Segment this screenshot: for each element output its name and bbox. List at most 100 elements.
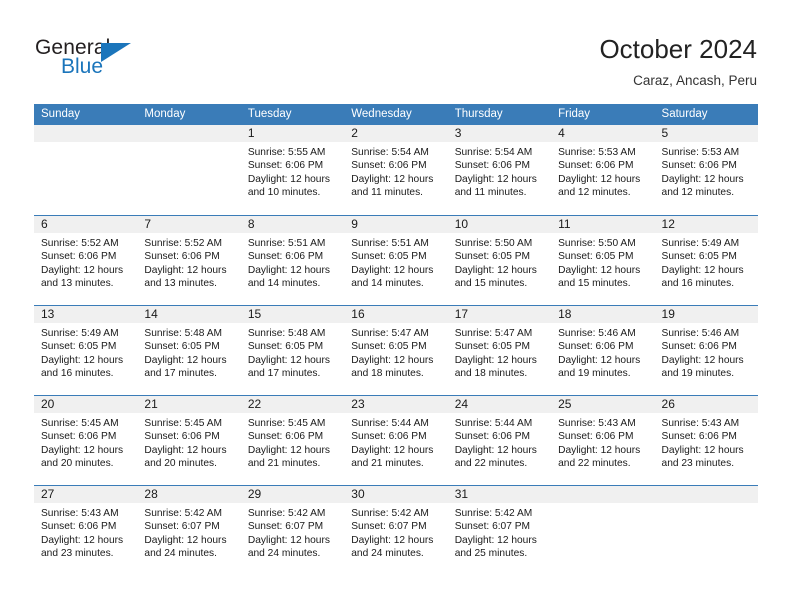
- day-cell-16[interactable]: Sunrise: 5:47 AM Sunset: 6:05 PM Daylight:…: [344, 323, 447, 396]
- day-number-29[interactable]: 29: [241, 486, 344, 503]
- day-number-empty: [551, 486, 654, 503]
- day-cell-14[interactable]: Sunrise: 5:48 AM Sunset: 6:05 PM Daylight:…: [137, 323, 240, 396]
- day-cell-6[interactable]: Sunrise: 5:52 AM Sunset: 6:06 PM Daylight:…: [34, 233, 137, 306]
- day-detail-line: Sunrise: 5:48 AM: [144, 328, 223, 339]
- day-number-6[interactable]: 6: [34, 216, 137, 233]
- day-cell-7[interactable]: Sunrise: 5:52 AM Sunset: 6:06 PM Daylight:…: [137, 233, 240, 306]
- day-detail-line: Sunset: 6:06 PM: [661, 341, 737, 353]
- day-number-31[interactable]: 31: [448, 486, 551, 503]
- day-cell-25[interactable]: Sunrise: 5:43 AM Sunset: 6:06 PM Daylight:…: [551, 413, 654, 486]
- day-detail-line: Daylight: 12 hours: [247, 354, 330, 366]
- day-cell-31[interactable]: Sunrise: 5:42 AM Sunset: 6:07 PM Daylight:…: [448, 503, 551, 576]
- day-cell-23[interactable]: Sunrise: 5:44 AM Sunset: 6:06 PM Daylight:…: [344, 413, 447, 486]
- day-number-30[interactable]: 30: [344, 486, 447, 503]
- day-detail-line: Daylight: 12 hours: [41, 534, 124, 546]
- day-number-21[interactable]: 21: [137, 396, 240, 413]
- day-number-14[interactable]: 14: [137, 306, 240, 323]
- day-cell-22[interactable]: Sunrise: 5:45 AM Sunset: 6:06 PM Daylight:…: [241, 413, 344, 486]
- day-number-18[interactable]: 18: [551, 306, 654, 323]
- day-detail-line: Sunset: 6:06 PM: [144, 251, 220, 263]
- day-number-9[interactable]: 9: [344, 216, 447, 233]
- day-number-5[interactable]: 5: [655, 125, 758, 142]
- day-cell-26[interactable]: Sunrise: 5:43 AM Sunset: 6:06 PM Daylight:…: [655, 413, 758, 486]
- day-detail-line: and 24 minutes.: [351, 548, 424, 560]
- day-cell-21[interactable]: Sunrise: 5:45 AM Sunset: 6:06 PM Daylight:…: [137, 413, 240, 486]
- day-cell-15[interactable]: Sunrise: 5:48 AM Sunset: 6:05 PM Daylight:…: [241, 323, 344, 396]
- day-detail-line: and 23 minutes.: [661, 458, 735, 470]
- day-cell-17[interactable]: Sunrise: 5:47 AM Sunset: 6:05 PM Daylight:…: [448, 323, 551, 396]
- day-cell-24[interactable]: Sunrise: 5:44 AM Sunset: 6:06 PM Daylight:…: [448, 413, 551, 486]
- day-cell-8[interactable]: Sunrise: 5:51 AM Sunset: 6:06 PM Daylight:…: [241, 233, 344, 306]
- day-number-4[interactable]: 4: [551, 125, 654, 142]
- day-cell-29[interactable]: Sunrise: 5:42 AM Sunset: 6:07 PM Daylight:…: [241, 503, 344, 576]
- day-detail-line: Sunset: 6:06 PM: [661, 160, 737, 172]
- day-cell-27[interactable]: Sunrise: 5:43 AM Sunset: 6:06 PM Daylight:…: [34, 503, 137, 576]
- day-detail-line: Sunset: 6:06 PM: [558, 160, 634, 172]
- day-cell-20[interactable]: Sunrise: 5:45 AM Sunset: 6:06 PM Daylight:…: [34, 413, 137, 486]
- day-number-3[interactable]: 3: [448, 125, 551, 142]
- day-detail-line: and 21 minutes.: [351, 458, 424, 470]
- day-cell-2[interactable]: Sunrise: 5:54 AM Sunset: 6:06 PM Daylight:…: [344, 142, 447, 215]
- day-number-27[interactable]: 27: [34, 486, 137, 503]
- day-detail-line: Daylight: 12 hours: [558, 173, 641, 185]
- day-number-20[interactable]: 20: [34, 396, 137, 413]
- day-number-13[interactable]: 13: [34, 306, 137, 323]
- day-number-10[interactable]: 10: [448, 216, 551, 233]
- logo-triangle-icon: [101, 43, 131, 62]
- day-number-16[interactable]: 16: [344, 306, 447, 323]
- day-number-8[interactable]: 8: [241, 216, 344, 233]
- day-number-17[interactable]: 17: [448, 306, 551, 323]
- day-detail-line: Sunset: 6:06 PM: [351, 160, 427, 172]
- day-detail-line: Sunrise: 5:54 AM: [351, 147, 429, 158]
- day-cell-9[interactable]: Sunrise: 5:51 AM Sunset: 6:05 PM Daylight:…: [344, 233, 447, 306]
- day-detail-line: Sunrise: 5:52 AM: [144, 238, 223, 249]
- day-detail-line: and 13 minutes.: [41, 278, 114, 290]
- day-detail-line: Sunrise: 5:47 AM: [454, 328, 533, 339]
- day-detail-line: Sunset: 6:06 PM: [558, 341, 634, 353]
- day-cell-10[interactable]: Sunrise: 5:50 AM Sunset: 6:05 PM Daylight:…: [448, 233, 551, 306]
- day-detail-line: Daylight: 12 hours: [558, 264, 641, 276]
- day-detail-line: and 20 minutes.: [144, 458, 217, 470]
- week-daynumber-strip: 13 14 15 16 17 18 19: [34, 306, 758, 323]
- weekday-header-row: Sunday Monday Tuesday Wednesday Thursday Frid…: [34, 104, 758, 125]
- day-number-25[interactable]: 25: [551, 396, 654, 413]
- week-daynumber-strip: 12345: [34, 125, 758, 142]
- day-cell-28[interactable]: Sunrise: 5:42 AM Sunset: 6:07 PM Daylight:…: [137, 503, 240, 576]
- day-detail-line: and 15 minutes.: [454, 278, 528, 290]
- general-blue-logo[interactable]: General Blue: [35, 36, 235, 86]
- day-cell-1[interactable]: Sunrise: 5:55 AM Sunset: 6:06 PM Daylight:…: [241, 142, 344, 215]
- weekday-header-friday: Friday: [558, 108, 591, 120]
- day-detail-line: Sunrise: 5:44 AM: [351, 418, 429, 429]
- day-cell-18[interactable]: Sunrise: 5:46 AM Sunset: 6:06 PM Daylight:…: [551, 323, 654, 396]
- day-cell-19[interactable]: Sunrise: 5:46 AM Sunset: 6:06 PM Daylight:…: [655, 323, 758, 396]
- day-detail-line: Daylight: 12 hours: [144, 444, 227, 456]
- week-body: Sunrise: 5:49 AM Sunset: 6:05 PM Daylight:…: [34, 323, 758, 396]
- day-detail-line: and 24 minutes.: [247, 548, 321, 560]
- day-detail-line: Sunrise: 5:47 AM: [351, 328, 429, 339]
- calendar-page: General Blue October 2024 Caraz, Ancash,…: [0, 0, 792, 612]
- day-number-15[interactable]: 15: [241, 306, 344, 323]
- day-number-19[interactable]: 19: [655, 306, 758, 323]
- day-detail-line: Daylight: 12 hours: [351, 444, 434, 456]
- day-number-26[interactable]: 26: [655, 396, 758, 413]
- day-cell-12[interactable]: Sunrise: 5:49 AM Sunset: 6:05 PM Daylight:…: [655, 233, 758, 306]
- week-body: Sunrise: 5:45 AM Sunset: 6:06 PM Daylight:…: [34, 413, 758, 486]
- day-cell-5[interactable]: Sunrise: 5:53 AM Sunset: 6:06 PM Daylight:…: [655, 142, 758, 215]
- day-detail-line: Sunrise: 5:43 AM: [558, 418, 636, 429]
- day-detail-line: and 18 minutes.: [351, 368, 424, 380]
- day-number-22[interactable]: 22: [241, 396, 344, 413]
- day-number-11[interactable]: 11: [551, 216, 654, 233]
- day-number-28[interactable]: 28: [137, 486, 240, 503]
- day-cell-13[interactable]: Sunrise: 5:49 AM Sunset: 6:05 PM Daylight:…: [34, 323, 137, 396]
- day-detail-line: and 12 minutes.: [558, 187, 631, 199]
- day-number-1[interactable]: 1: [241, 125, 344, 142]
- day-cell-3[interactable]: Sunrise: 5:54 AM Sunset: 6:06 PM Daylight:…: [448, 142, 551, 215]
- day-number-12[interactable]: 12: [655, 216, 758, 233]
- day-number-2[interactable]: 2: [344, 125, 447, 142]
- day-number-23[interactable]: 23: [344, 396, 447, 413]
- day-number-7[interactable]: 7: [137, 216, 240, 233]
- day-cell-11[interactable]: Sunrise: 5:50 AM Sunset: 6:05 PM Daylight:…: [551, 233, 654, 306]
- day-number-24[interactable]: 24: [448, 396, 551, 413]
- day-cell-4[interactable]: Sunrise: 5:53 AM Sunset: 6:06 PM Daylight:…: [551, 142, 654, 215]
- day-cell-30[interactable]: Sunrise: 5:42 AM Sunset: 6:07 PM Daylight:…: [344, 503, 447, 576]
